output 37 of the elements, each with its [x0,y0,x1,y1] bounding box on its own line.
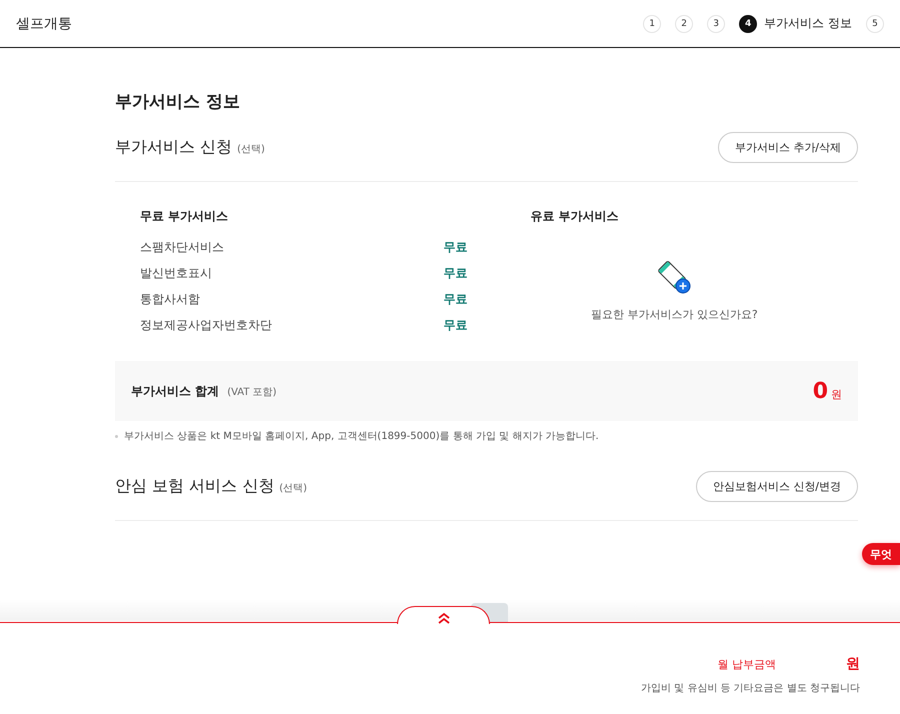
empty-message: 필요한 부가서비스가 있으신가요? [590,307,758,322]
step-number: 3 [707,14,726,32]
bullet-icon [115,434,118,438]
insurance-button[interactable]: 안심보험서비스 신청/변경 [696,471,858,502]
step-number: 5 [866,14,884,32]
section-heading: 부가서비스 신청 [115,137,232,158]
add-remove-button[interactable]: 부가서비스 추가/삭제 [718,132,858,163]
page-title: 셀프개통 [16,14,72,32]
section-heading: 안심 보험 서비스 신청 [115,476,274,497]
service-name: 통합사서함 [140,291,200,308]
service-price: 무료 [444,291,468,308]
optional-label: (선택) [237,143,265,156]
expand-tab[interactable] [397,606,490,624]
optional-label: (선택) [279,482,308,495]
step-number: 4 [739,14,758,32]
step-number: 1 [643,14,662,32]
monthly-payment-label: 월 납부금액 [718,657,776,672]
phone-add-icon [656,259,692,295]
step-label: 부가서비스 정보 [764,15,852,32]
service-price: 무료 [444,317,468,334]
service-price: 무료 [444,239,468,256]
section-title: 부가서비스 정보 [115,91,241,112]
notice-text: 부가서비스 상품은 kt M모바일 홈페이지, App, 고객센터(1899-5000)를 통해 가입 및 해지가 가능합니다. [124,430,599,443]
vat-note: (VAT 포함) [227,386,277,398]
footer-note: 가입비 및 유심비 등 기타요금은 별도 청구됩니다 [640,682,860,695]
column-heading: 무료 부가서비스 [140,208,230,225]
step-number: 2 [675,14,694,32]
total-amount: 0 [812,378,828,404]
floating-chat-button[interactable]: 무엇 [862,543,900,565]
currency-unit: 원 [846,655,860,673]
service-name: 정보제공사업자번호차단 [140,317,272,334]
currency-unit: 원 [831,386,842,402]
column-heading: 유료 부가서비스 [530,208,620,225]
total-label: 부가서비스 합계 [131,382,220,400]
service-price: 무료 [444,265,468,282]
service-name: 스팸차단서비스 [140,239,224,256]
service-name: 발신번호표시 [140,265,212,282]
